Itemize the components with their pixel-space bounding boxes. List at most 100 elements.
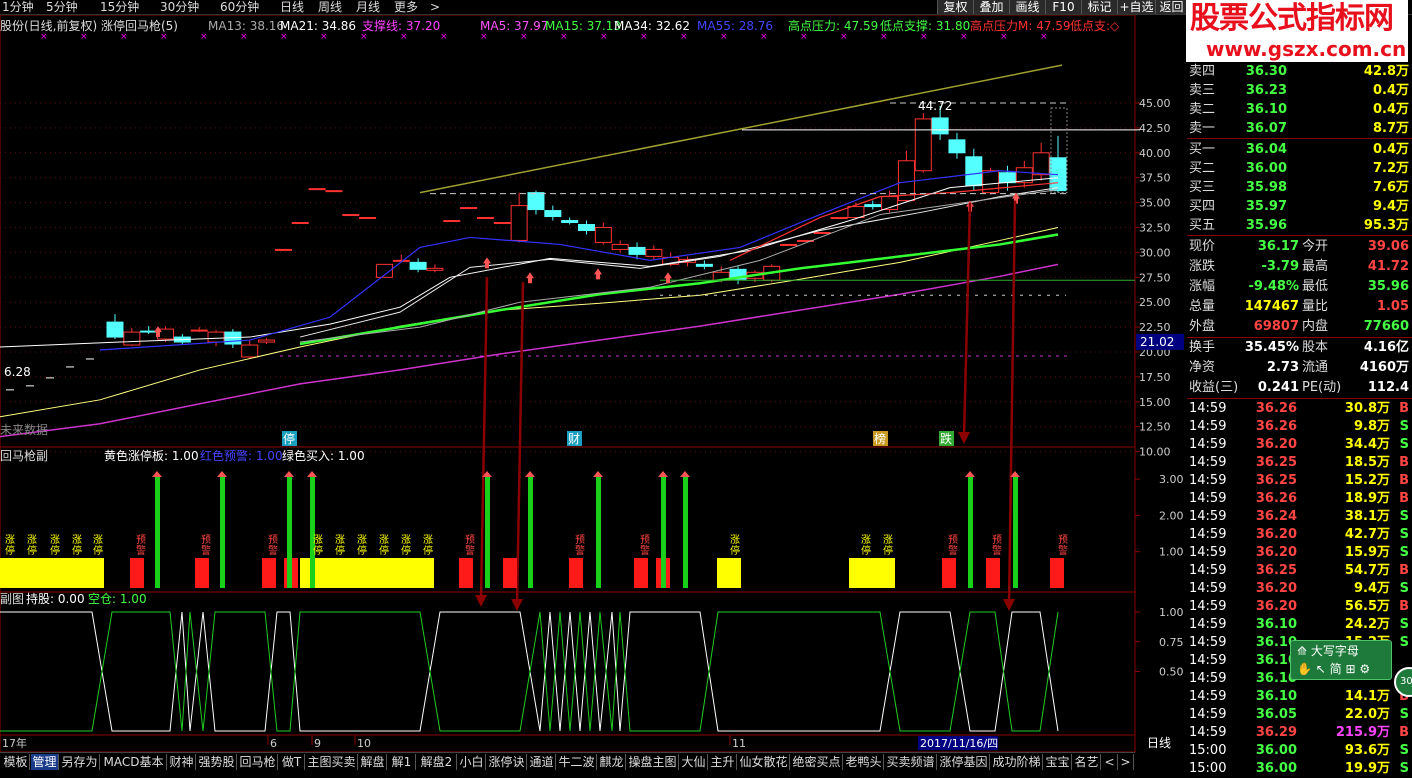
main-axis-tick: 40.00 [1139,147,1171,160]
formula-tab[interactable]: 涨停诀 [487,754,527,770]
formula-tab[interactable]: 管理 [31,754,59,770]
stamp-char: 停 [883,544,893,557]
formula-tab[interactable]: 仙女散花 [738,754,790,770]
tick-price: 36.00 [1255,761,1297,776]
more-arrow-icon[interactable]: > [430,0,440,14]
formula-tab[interactable]: 涨停基因 [938,754,990,770]
formula-tab[interactable]: 解盘2 [417,754,457,770]
candle-body [1032,152,1050,176]
ime-toolbar[interactable]: ⟰ 大写字母 ✋ ↖ 简 ⊞ ⚙ [1290,640,1392,680]
formula-tab[interactable]: 回马枪 [238,754,278,770]
stat-label: 流通 [1302,360,1329,375]
formula-tab[interactable]: 主升 [709,754,737,770]
period-5[interactable]: 日线 [280,0,304,14]
tick-side: S [1399,437,1409,452]
tick-row: 14:59 36.25 54.7万 B [1187,562,1412,580]
formula-tab[interactable]: 解1 [388,754,416,770]
tick-row: 14:59 36.20 42.7万 S [1187,526,1412,544]
formula-tab[interactable]: 绝密买点 [791,754,843,770]
period-label: 日线 [1147,736,1171,750]
formula-tab[interactable]: 买卖频谱 [885,754,937,770]
formula-tab[interactable]: MACD基本 [101,754,167,770]
stat-label: 总量 [1189,299,1216,314]
overlay-button[interactable]: 叠加 [973,0,1009,14]
tabs-next-icon[interactable]: > [1118,754,1134,770]
formula-tab[interactable]: 财神 [168,754,196,770]
candle-body [527,192,545,211]
period-4[interactable]: 60分钟 [220,0,259,14]
bid-row: 买三 35.98 7.6万 [1187,178,1412,197]
candle-body [780,243,798,246]
period-2[interactable]: 15分钟 [100,0,139,14]
add-watchlist-button[interactable]: +自选 [1117,0,1155,14]
back-button[interactable]: 返回 [1155,0,1187,14]
restore-button[interactable]: 复权 [937,0,973,14]
bottom-axis-tick: 0.50 [1159,666,1184,679]
formula-tab[interactable]: 名艺 [1073,754,1101,770]
main-legend-item: MA15: 37.13 [545,19,621,33]
formula-tab[interactable]: 麒龙 [598,754,626,770]
formula-tab[interactable]: 宝宝 [1044,754,1072,770]
formula-tab[interactable]: 老鸭头 [844,754,884,770]
tick-volume: 9.8万 [1353,419,1390,434]
stamp-char: 停 [401,544,411,557]
period-0[interactable]: 1分钟 [2,0,34,14]
period-1[interactable]: 5分钟 [46,0,78,14]
formula-tab[interactable]: 大仙 [680,754,708,770]
signal-arrowhead-icon [511,599,523,611]
f10-button[interactable]: F10 [1045,0,1081,14]
stamp-char: 警 [465,544,475,557]
mid-legend-item: 回马枪副 [0,448,48,463]
signal-arrowhead-icon [1003,599,1015,611]
stats-divider [1187,235,1412,236]
formula-tab[interactable]: 通道 [528,754,556,770]
kline-chart-area[interactable]: 45.00 42.50 40.00 37.50 35.00 32.50 30.00 27.50… [0,15,1187,767]
formula-tab[interactable]: 另存为 [60,754,100,770]
tick-price: 36.05 [1255,707,1297,722]
stamp-char: 预 [948,534,958,546]
bid-label: 买五 [1189,218,1216,233]
candle-body [830,217,848,220]
tabs-prev-icon[interactable]: < [1102,754,1118,770]
period-3[interactable]: 30分钟 [160,0,199,14]
signal-x-mark: × [520,32,528,42]
formula-tab[interactable]: 操盘主图 [627,754,679,770]
formula-tab[interactable]: 牛二波 [557,754,597,770]
ticks-divider [1187,398,1412,399]
ask-label: 卖一 [1189,121,1216,136]
tick-row: 15:00 36.00 93.6万 S [1187,742,1412,760]
draw-line-button[interactable]: 画线 [1009,0,1045,14]
ime-caps-label: ⟰ 大写字母 [1297,644,1359,658]
tick-volume: 42.7万 [1344,527,1390,542]
tick-volume: 18.5万 [1344,455,1390,470]
future-data-label: 未来数据 [0,422,48,437]
stamp-char: 警 [575,544,585,557]
formula-tab[interactable]: 强势股 [197,754,237,770]
formula-tab[interactable]: 解盘 [359,754,387,770]
tick-price: 36.20 [1255,599,1297,614]
formula-tab[interactable]: 模板 [2,754,30,770]
mark-button[interactable]: 标记 [1081,0,1117,14]
formula-tab[interactable]: 主图买卖 [306,754,358,770]
signal-x-mark: × [120,32,128,42]
stat-value: 39.06 [1367,239,1409,254]
formula-tab[interactable]: 成功阶梯 [991,754,1043,770]
signal-x-mark: × [880,32,888,42]
stat-label: 今开 [1302,239,1329,254]
limit-up-bar [849,558,895,588]
formula-tab[interactable]: 做T [279,754,305,770]
tick-volume: 56.5万 [1344,599,1390,614]
signal-x-mark: × [40,32,48,42]
candle-body [308,188,326,191]
event-label: 榜 [874,431,886,446]
period-8[interactable]: 更多 [394,0,418,14]
ask-volume: 0.4万 [1372,83,1409,98]
tick-price: 36.20 [1255,437,1297,452]
period-7[interactable]: 月线 [356,0,380,14]
stat-label: 量比 [1302,299,1329,314]
formula-tab[interactable]: 小白 [458,754,486,770]
stamp-char: 警 [268,544,278,557]
main-axis-tick: 27.50 [1139,271,1171,284]
tick-time: 14:59 [1189,725,1227,740]
period-6[interactable]: 周线 [318,0,342,14]
